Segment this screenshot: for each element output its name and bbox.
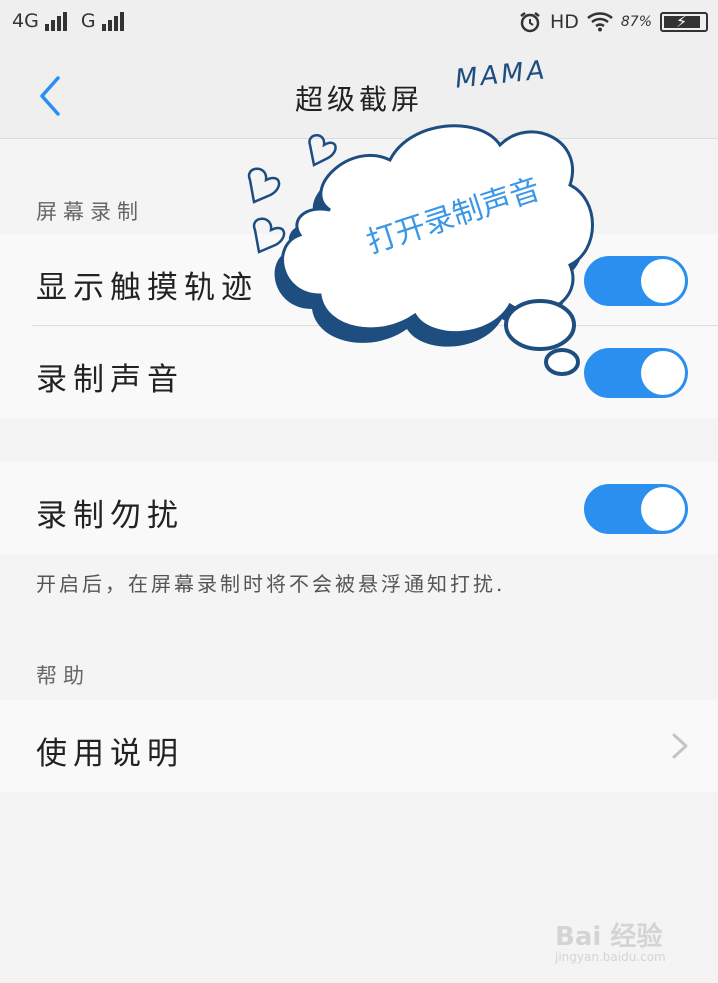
setting-row-dnd[interactable]: 录制勿扰: [0, 462, 718, 554]
heart-icon: [247, 167, 281, 204]
heart-icon: [252, 217, 286, 254]
alarm-clock-icon: [520, 12, 540, 33]
baidu-watermark: Bai 经验 jingyan.baidu.com: [555, 910, 695, 970]
status-bar: 4G G HD 87% ⚡: [0, 0, 718, 50]
toggle-knob: [641, 259, 685, 303]
network-secondary-label: G: [80, 10, 96, 32]
dnd-hint: 开启后，在屏幕录制时将不会被悬浮通知打扰.: [36, 572, 506, 596]
section-label-help: 帮助: [36, 664, 90, 688]
setting-label: 录制声音: [36, 362, 184, 398]
status-left: 4G G: [12, 10, 124, 32]
section-label-screen-recording: 屏幕录制: [36, 200, 144, 224]
status-right: HD 87% ⚡: [518, 10, 708, 34]
help-row-usage-instructions[interactable]: 使用说明: [0, 700, 718, 792]
battery-charging-icon: ⚡: [660, 12, 708, 32]
setting-label: 使用说明: [36, 736, 184, 772]
network-primary-label: 4G: [12, 10, 39, 32]
watermark-url: jingyan.baidu.com: [555, 950, 666, 964]
toggle-knob: [641, 351, 685, 395]
signal-bars-icon: [44, 11, 67, 31]
dnd-group: 录制勿扰: [0, 462, 718, 554]
battery-percent: 87%: [620, 14, 652, 30]
setting-label: 录制勿扰: [36, 498, 184, 534]
wifi-icon: [587, 12, 613, 32]
chevron-right-icon: [672, 733, 688, 759]
signal-bars-secondary-icon: [101, 11, 124, 31]
toggle-knob: [641, 487, 685, 531]
dnd-toggle[interactable]: [584, 484, 688, 534]
help-group: 使用说明: [0, 700, 718, 792]
watermark-logo-text: Bai 经验: [555, 922, 663, 952]
setting-label: 显示触摸轨迹: [36, 270, 258, 306]
hd-label: HD: [549, 11, 579, 33]
heart-icon: [308, 134, 337, 167]
